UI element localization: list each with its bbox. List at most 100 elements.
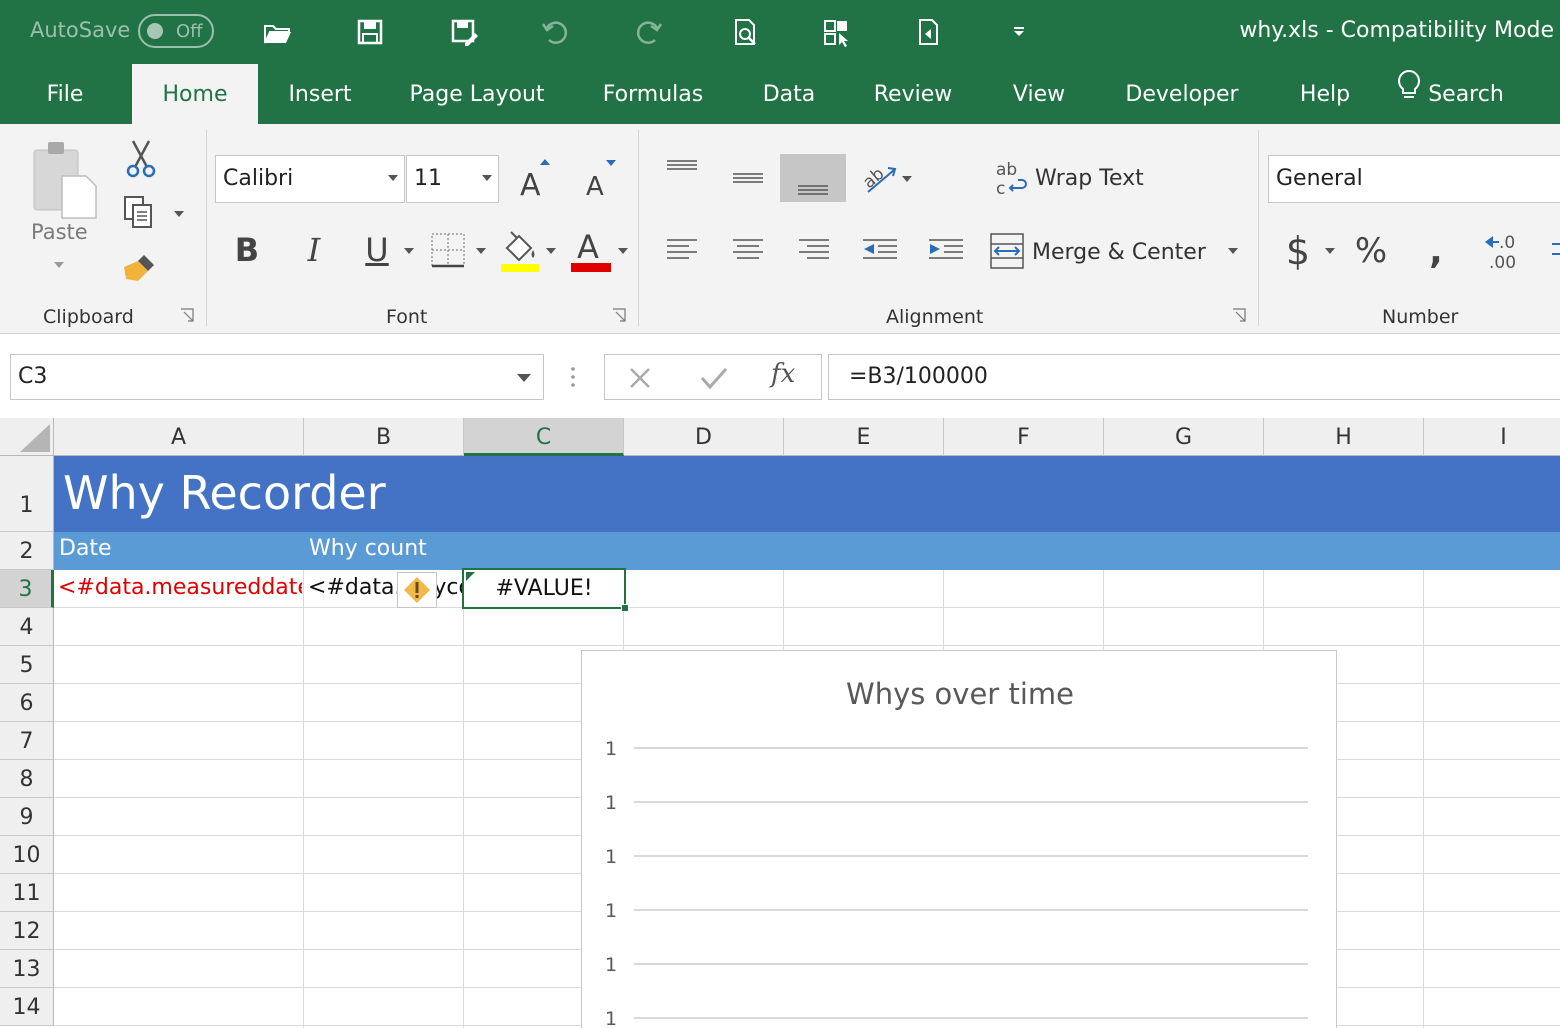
fill-color-icon[interactable] <box>496 228 542 274</box>
tab-view[interactable]: View <box>1000 64 1078 124</box>
wrap-text-label[interactable]: Wrap Text <box>1035 166 1144 191</box>
row-header-9[interactable]: 9 <box>0 798 54 836</box>
copy-dropdown-arrow[interactable] <box>174 211 184 217</box>
name-box[interactable]: C3 <box>10 354 544 400</box>
paste-label[interactable]: Paste <box>31 220 88 244</box>
cell-b3[interactable]: <#data.whycount> <box>308 575 462 600</box>
align-right-icon[interactable] <box>792 230 836 270</box>
increase-font-size-icon[interactable]: A <box>512 156 556 202</box>
form-icon[interactable] <box>818 14 854 50</box>
row-header-13[interactable]: 13 <box>0 950 54 988</box>
increase-decimal-icon[interactable]: .0.00 <box>1482 228 1528 274</box>
redo-icon[interactable] <box>631 14 667 50</box>
row-header-12[interactable]: 12 <box>0 912 54 950</box>
header-band[interactable]: Date Why count <box>54 532 1560 570</box>
row-header-8[interactable]: 8 <box>0 760 54 798</box>
selected-cell-c3[interactable]: #VALUE! <box>462 568 629 612</box>
row-header-10[interactable]: 10 <box>0 836 54 874</box>
formula-bar-grip-icon[interactable] <box>570 366 576 388</box>
cancel-icon[interactable] <box>627 365 653 395</box>
row-header-5[interactable]: 5 <box>0 646 54 684</box>
paste-dropdown-arrow[interactable] <box>54 262 64 268</box>
alignment-launcher-icon[interactable] <box>1232 308 1246 322</box>
tab-formulas[interactable]: Formulas <box>590 64 716 124</box>
chart-title[interactable]: Whys over time <box>582 677 1338 711</box>
warning-icon[interactable] <box>397 572 437 608</box>
tab-data[interactable]: Data <box>750 64 828 124</box>
orientation-icon[interactable]: ab <box>858 154 902 198</box>
clipboard-launcher-icon[interactable] <box>180 308 194 322</box>
fill-color-dropdown-arrow[interactable] <box>546 248 556 254</box>
row-header-4[interactable]: 4 <box>0 608 54 646</box>
title-band[interactable]: Why Recorder <box>54 456 1560 532</box>
currency-dropdown-arrow[interactable] <box>1325 248 1335 254</box>
number-format-combo[interactable]: General <box>1268 155 1560 203</box>
currency-icon[interactable]: $ <box>1280 228 1316 274</box>
open-folder-icon[interactable] <box>259 14 295 50</box>
underline-dropdown-arrow[interactable] <box>404 248 414 254</box>
font-launcher-icon[interactable] <box>612 308 626 322</box>
fill-handle[interactable] <box>621 604 629 612</box>
cut-icon[interactable] <box>120 138 162 180</box>
borders-icon[interactable] <box>428 230 468 270</box>
tab-home[interactable]: Home <box>132 64 258 124</box>
tab-page-layout[interactable]: Page Layout <box>398 64 556 124</box>
row-header-6[interactable]: 6 <box>0 684 54 722</box>
column-header-d[interactable]: D <box>624 418 784 456</box>
insert-function-icon[interactable]: fx <box>771 359 795 389</box>
font-size-combo[interactable]: 11 <box>406 155 499 203</box>
merge-dropdown-arrow[interactable] <box>1228 248 1238 254</box>
orientation-dropdown-arrow[interactable] <box>902 176 912 182</box>
paste-icon[interactable] <box>22 134 102 230</box>
column-header-h[interactable]: H <box>1264 418 1424 456</box>
select-all-button[interactable] <box>0 418 54 456</box>
merge-center-label[interactable]: Merge & Center <box>1032 240 1206 265</box>
autosave-toggle[interactable]: Off <box>138 14 214 48</box>
decrease-font-size-icon[interactable]: A <box>578 156 622 202</box>
cell-a3[interactable]: <#data.measureddate> <box>58 575 302 600</box>
increase-indent-icon[interactable] <box>924 230 968 270</box>
underline-icon[interactable]: U <box>355 226 399 274</box>
enter-check-icon[interactable] <box>699 365 729 395</box>
borders-dropdown-arrow[interactable] <box>476 248 486 254</box>
font-name-combo[interactable]: Calibri <box>215 155 405 203</box>
print-preview-icon[interactable] <box>727 14 763 50</box>
tab-insert[interactable]: Insert <box>276 64 364 124</box>
row-header-3[interactable]: 3 <box>0 570 54 608</box>
customize-toolbar-icon[interactable] <box>1000 14 1036 50</box>
save-as-icon[interactable] <box>446 14 482 50</box>
column-header-c[interactable]: C <box>464 418 624 456</box>
top-align-icon[interactable] <box>660 152 704 188</box>
row-header-2[interactable]: 2 <box>0 532 54 570</box>
document-back-icon[interactable] <box>910 14 946 50</box>
column-header-a[interactable]: A <box>54 418 304 456</box>
column-header-g[interactable]: G <box>1104 418 1264 456</box>
bold-icon[interactable]: B <box>225 226 269 274</box>
decrease-decimal-icon[interactable] <box>1548 228 1560 274</box>
bottom-align-icon[interactable] <box>780 154 846 202</box>
merge-center-icon[interactable] <box>988 230 1026 272</box>
comma-style-icon[interactable]: , <box>1418 228 1454 274</box>
tab-file[interactable]: File <box>26 64 104 124</box>
save-icon[interactable] <box>352 14 388 50</box>
row-header-14[interactable]: 14 <box>0 988 54 1026</box>
italic-icon[interactable]: I <box>292 226 336 274</box>
column-header-f[interactable]: F <box>944 418 1104 456</box>
tab-help[interactable]: Help <box>1288 64 1362 124</box>
tab-developer[interactable]: Developer <box>1114 64 1250 124</box>
formula-input[interactable]: =B3/100000 <box>828 354 1560 400</box>
wrap-text-icon[interactable]: ab c <box>993 158 1029 198</box>
column-header-i[interactable]: I <box>1424 418 1560 456</box>
font-color-dropdown-arrow[interactable] <box>618 248 628 254</box>
column-header-b[interactable]: B <box>304 418 464 456</box>
undo-icon[interactable] <box>537 14 573 50</box>
tab-review[interactable]: Review <box>864 64 962 124</box>
font-color-icon[interactable]: A <box>568 226 614 274</box>
column-header-e[interactable]: E <box>784 418 944 456</box>
format-painter-icon[interactable] <box>120 248 162 288</box>
row-header-1[interactable]: 1 <box>0 456 54 532</box>
align-left-icon[interactable] <box>660 230 704 270</box>
row-header-7[interactable]: 7 <box>0 722 54 760</box>
align-center-icon[interactable] <box>726 230 770 270</box>
row-header-11[interactable]: 11 <box>0 874 54 912</box>
